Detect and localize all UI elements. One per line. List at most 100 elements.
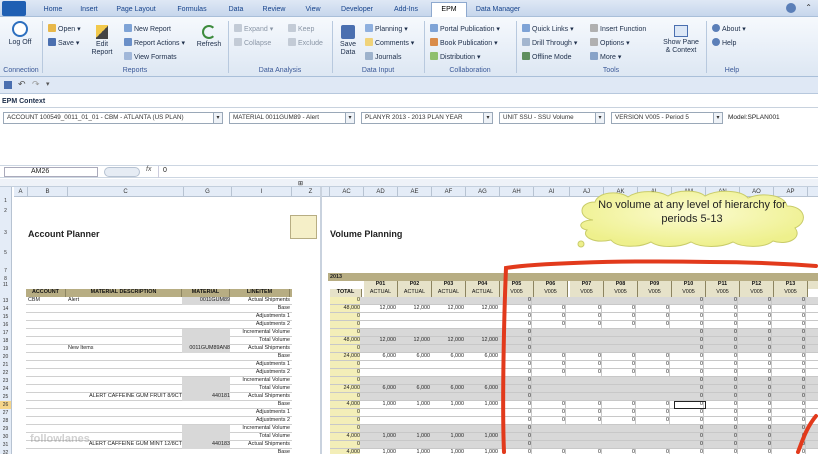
total-cell[interactable]: 0: [330, 425, 360, 432]
formula-input[interactable]: 0: [163, 167, 167, 174]
lineitem-cell[interactable]: Adjustments 2: [230, 417, 290, 424]
description-cell[interactable]: ALERT CAFFEINE GUM FRUIT 8/9CT: [68, 393, 182, 400]
minimize-ribbon-icon[interactable]: ⌃: [805, 3, 812, 12]
total-cell[interactable]: 48,000: [330, 337, 360, 344]
qat-customize-icon[interactable]: ▾: [46, 80, 50, 88]
name-box[interactable]: AM26: [4, 167, 98, 177]
total-cell[interactable]: 0: [330, 441, 360, 448]
row-header[interactable]: 7: [0, 267, 12, 275]
period-cell[interactable]: 6,000: [432, 353, 465, 360]
refresh-button[interactable]: Refresh: [194, 25, 224, 49]
log-off-button[interactable]: Log Off: [6, 21, 34, 47]
tab-formulas[interactable]: Formulas: [166, 3, 218, 17]
report-actions-button[interactable]: Report Actions ▾: [124, 38, 185, 48]
tab-data[interactable]: Data: [220, 3, 252, 17]
open-button[interactable]: Open ▾: [48, 24, 81, 34]
row-header[interactable]: 21: [0, 361, 12, 369]
undo-icon[interactable]: ↶: [18, 79, 26, 90]
row-header[interactable]: 23: [0, 377, 12, 385]
period-cell[interactable]: 1,000: [398, 401, 431, 408]
period-cell[interactable]: 12,000: [364, 305, 397, 312]
portal-publication-button[interactable]: Portal Publication ▾: [430, 24, 500, 34]
total-cell[interactable]: 0: [330, 409, 360, 416]
row-header[interactable]: 16: [0, 321, 12, 329]
period-cell[interactable]: 6,000: [398, 353, 431, 360]
total-cell[interactable]: 48,000: [330, 305, 360, 312]
total-cell[interactable]: 0: [330, 321, 360, 328]
column-header[interactable]: G: [184, 187, 232, 197]
help-icon[interactable]: [786, 3, 796, 13]
row-header[interactable]: 28: [0, 417, 12, 425]
total-cell[interactable]: 0: [330, 393, 360, 400]
tab-insert[interactable]: Insert: [72, 3, 106, 17]
lineitem-cell[interactable]: Actual Shipments: [230, 345, 290, 352]
lineitem-cell[interactable]: Actual Shipments: [230, 441, 290, 448]
total-cell[interactable]: 0: [330, 377, 360, 384]
help-button[interactable]: Help: [712, 38, 736, 48]
save-button[interactable]: Save ▾: [48, 38, 79, 48]
material-selector[interactable]: MATERIAL 0011GUM89 - Alert ▾: [229, 112, 355, 124]
lineitem-cell[interactable]: Base: [230, 353, 290, 360]
column-header[interactable]: A: [14, 187, 28, 197]
save-data-button[interactable]: Save Data: [336, 25, 360, 57]
planyr-selector[interactable]: PLANYR 2013 - 2013 PLAN YEAR ▾: [361, 112, 493, 124]
row-header[interactable]: 13: [0, 297, 12, 305]
period-cell[interactable]: 6,000: [432, 385, 465, 392]
drill-through-button[interactable]: Drill Through ▾: [522, 38, 577, 48]
row-header[interactable]: 1: [0, 197, 12, 205]
row-header[interactable]: 11: [0, 281, 12, 289]
lineitem-cell[interactable]: Incremental Volume: [230, 329, 290, 336]
file-menu-button[interactable]: [2, 1, 26, 16]
row-header[interactable]: 22: [0, 369, 12, 377]
column-header[interactable]: B: [28, 187, 68, 197]
row-header[interactable]: 32: [0, 449, 12, 454]
material-cell[interactable]: 440183: [182, 441, 230, 448]
total-cell[interactable]: 0: [330, 417, 360, 424]
column-header[interactable]: I: [232, 187, 292, 197]
tab-data-manager[interactable]: Data Manager: [470, 3, 526, 17]
total-cell[interactable]: 24,000: [330, 353, 360, 360]
show-pane-button[interactable]: Show Pane & Context: [660, 25, 702, 55]
lineitem-cell[interactable]: Actual Shipments: [230, 297, 290, 304]
lineitem-cell[interactable]: Incremental Volume: [230, 377, 290, 384]
total-cell[interactable]: 0: [330, 345, 360, 352]
period-cell[interactable]: 1,000: [364, 449, 397, 454]
tab-review[interactable]: Review: [254, 3, 294, 17]
formula-bar-expand-handle[interactable]: [104, 167, 140, 177]
expand-outline-icon[interactable]: ⊞: [298, 180, 303, 187]
lineitem-cell[interactable]: Base: [230, 449, 290, 454]
exclude-button[interactable]: Exclude: [288, 38, 323, 48]
column-header[interactable]: AD: [364, 187, 398, 197]
row-header[interactable]: 2: [0, 207, 12, 215]
row-header[interactable]: 20: [0, 353, 12, 361]
description-cell[interactable]: Alert: [68, 297, 182, 304]
period-cell[interactable]: 1,000: [432, 401, 465, 408]
row-header[interactable]: 25: [0, 393, 12, 401]
period-cell[interactable]: 1,000: [398, 433, 431, 440]
unit-selector[interactable]: UNIT SSU - SSU Volume ▾: [499, 112, 605, 124]
period-cell[interactable]: 12,000: [398, 337, 431, 344]
view-formats-button[interactable]: View Formats: [124, 52, 177, 62]
row-header[interactable]: 29: [0, 425, 12, 433]
lineitem-cell[interactable]: Base: [230, 401, 290, 408]
lineitem-cell[interactable]: Incremental Volume: [230, 425, 290, 432]
lineitem-cell[interactable]: Base: [230, 305, 290, 312]
period-cell[interactable]: 12,000: [432, 337, 465, 344]
version-selector[interactable]: VERSION V005 - Period 5 ▾: [611, 112, 723, 124]
comments-button[interactable]: Comments ▾: [365, 38, 414, 48]
insert-function-button[interactable]: Insert Function: [590, 24, 646, 34]
tab-page-layout[interactable]: Page Layout: [109, 3, 163, 17]
lineitem-cell[interactable]: Total Volume: [230, 433, 290, 440]
lineitem-cell[interactable]: Adjustments 1: [230, 409, 290, 416]
row-header[interactable]: 3: [0, 229, 12, 237]
column-header[interactable]: Z: [292, 187, 330, 197]
journals-button[interactable]: Journals: [365, 52, 401, 62]
book-publication-button[interactable]: Book Publication ▾: [430, 38, 498, 48]
options-button[interactable]: Options ▾: [590, 38, 630, 48]
column-header[interactable]: AH: [500, 187, 534, 197]
collapse-button[interactable]: Collapse: [234, 38, 271, 48]
redo-icon[interactable]: ↷: [32, 79, 40, 90]
column-header[interactable]: AE: [398, 187, 432, 197]
row-header[interactable]: 24: [0, 385, 12, 393]
lineitem-cell[interactable]: Adjustments 1: [230, 313, 290, 320]
